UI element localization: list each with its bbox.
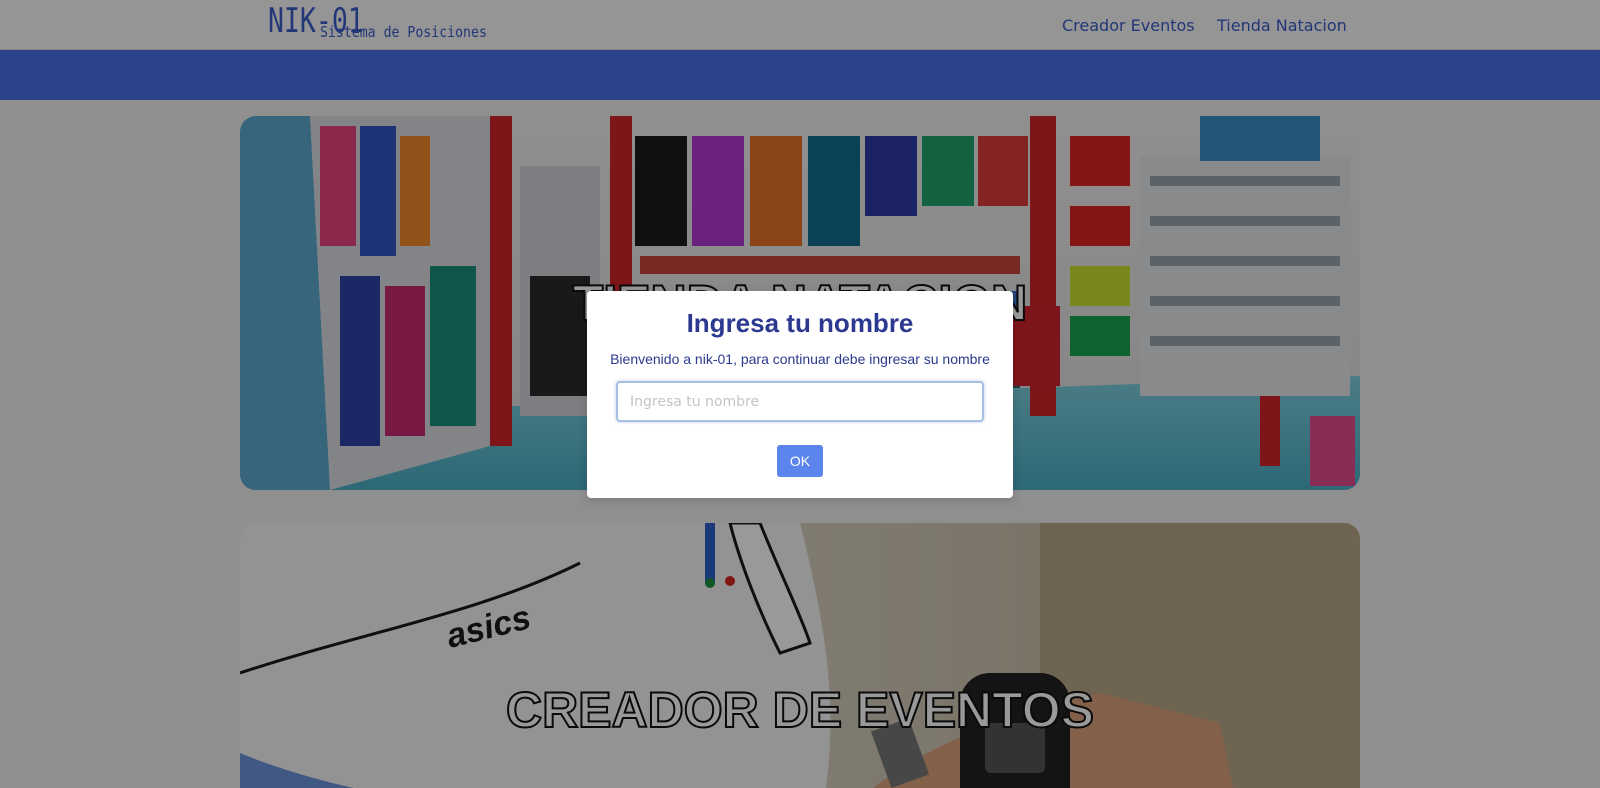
name-input[interactable] [616, 381, 984, 422]
name-prompt-dialog: Ingresa tu nombre Bienvenido a nik-01, p… [587, 291, 1013, 498]
dialog-message: Bienvenido a nik-01, para continuar debe… [610, 351, 990, 367]
page: NIK-01 Sistema de Posiciones Creador Eve… [0, 0, 1600, 788]
ok-button[interactable]: OK [777, 445, 823, 477]
dialog-title: Ingresa tu nombre [686, 308, 914, 338]
